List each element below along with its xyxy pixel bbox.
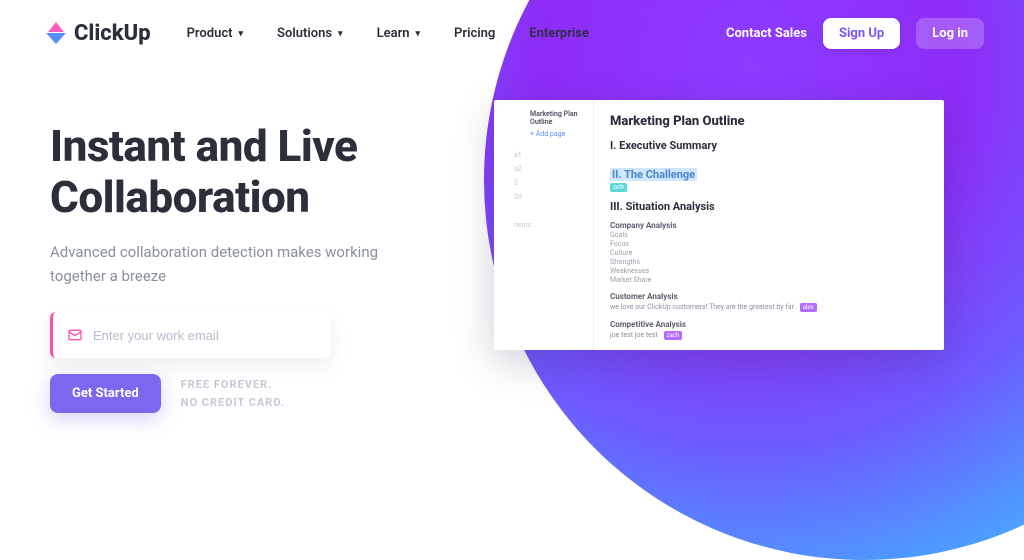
doc-sidebar-row: a1 [500, 148, 587, 162]
doc-sidebar-row: a2 [500, 162, 587, 176]
customer-analysis-label: Customer Analysis [610, 292, 928, 301]
ca-item: Market Share [610, 276, 928, 284]
user-tag: zeth [610, 183, 627, 192]
cta-meta: FREE FOREVER. NO CREDIT CARD. [181, 376, 285, 411]
ca-item: Strengths [610, 258, 928, 266]
brand-logo[interactable]: ClickUp [44, 21, 151, 46]
email-input-wrapper[interactable] [50, 312, 330, 358]
doc-heading-exec: I. Executive Summary [610, 139, 928, 152]
chevron-down-icon: ▾ [338, 29, 343, 39]
doc-heading-challenge: II. The Challenge [610, 168, 697, 181]
nav-pricing[interactable]: Pricing [454, 26, 495, 41]
user-edit-badge: alex [800, 303, 817, 312]
doc-title: Marketing Plan Outline [610, 114, 928, 129]
contact-sales-link[interactable]: Contact Sales [726, 26, 807, 41]
nav-solutions[interactable]: Solutions ▾ [277, 26, 343, 41]
nav-enterprise[interactable]: Enterprise [529, 26, 589, 41]
top-nav: ClickUp Product ▾ Solutions ▾ Learn ▾ Pr… [0, 0, 1024, 49]
logo-icon [44, 22, 68, 46]
add-page-link[interactable]: + Add page [530, 130, 587, 138]
ca-item: Focus [610, 240, 928, 248]
doc-preview-panel: Marketing Plan Outline + Add page a1 a2 … [494, 100, 944, 350]
ca-item: Goals [610, 231, 928, 239]
doc-sidebar-row: 2d [500, 190, 587, 204]
signup-button[interactable]: Sign Up [823, 18, 900, 49]
doc-sidebar-row [500, 204, 587, 218]
brand-name: ClickUp [74, 21, 151, 46]
doc-sidebar-row: nents [500, 218, 587, 232]
nav-learn[interactable]: Learn ▾ [377, 26, 420, 41]
envelope-icon [67, 327, 83, 343]
chevron-down-icon: ▾ [239, 29, 244, 39]
ca-item: Culture [610, 249, 928, 257]
doc-heading-situation: III. Situation Analysis [610, 200, 928, 213]
user-edit-badge: zach [664, 331, 683, 340]
doc-sidebar: Marketing Plan Outline + Add page a1 a2 … [494, 100, 594, 350]
competitive-analysis-text: joe test joe test zach [610, 331, 928, 340]
company-analysis-label: Company Analysis [610, 221, 928, 230]
hero-subtitle: Advanced collaboration detection makes w… [50, 240, 430, 288]
nav-product[interactable]: Product ▾ [187, 26, 243, 41]
email-input[interactable] [93, 328, 316, 343]
login-button[interactable]: Log in [916, 18, 984, 49]
get-started-button[interactable]: Get Started [50, 374, 161, 413]
chevron-down-icon: ▾ [416, 29, 421, 39]
competitive-analysis-label: Competitive Analysis [610, 320, 928, 329]
customer-analysis-text: we love our ClickUp customers! They are … [610, 303, 928, 312]
doc-main: Marketing Plan Outline I. Executive Summ… [594, 100, 944, 350]
doc-sidebar-row: 3 [500, 176, 587, 190]
nav-right: Contact Sales Sign Up Log in [726, 18, 984, 49]
doc-sidebar-title: Marketing Plan Outline [530, 110, 587, 126]
ca-item: Weaknesses [610, 267, 928, 275]
nav-links: Product ▾ Solutions ▾ Learn ▾ Pricing En… [187, 26, 589, 41]
